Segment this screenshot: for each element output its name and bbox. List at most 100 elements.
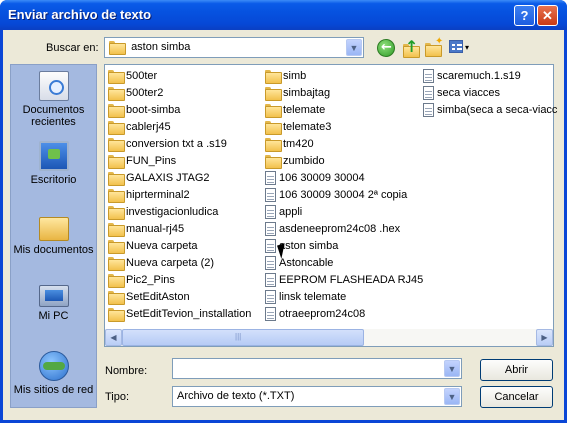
- file-item[interactable]: simba(seca a seca-viacc: [423, 102, 557, 118]
- folder-icon: [108, 87, 125, 102]
- text-file-icon: [265, 273, 276, 288]
- item-label: hiprterminal2: [126, 189, 190, 202]
- file-item[interactable]: EEPROM FLASHEADA RJ45: [265, 272, 423, 288]
- chevron-down-icon[interactable]: ▼: [444, 360, 460, 377]
- help-button[interactable]: ?: [514, 5, 535, 26]
- item-label: telemate: [283, 104, 326, 117]
- close-button[interactable]: ✕: [537, 5, 558, 26]
- folder-icon: [108, 104, 125, 119]
- folder-item[interactable]: Pic2_Pins: [108, 272, 175, 289]
- file-item[interactable]: Astoncable: [265, 255, 333, 271]
- place-label: Escritorio: [30, 174, 77, 186]
- file-item[interactable]: seca viacces: [423, 85, 500, 101]
- place-network[interactable]: Mis sitios de red: [11, 351, 96, 396]
- dialog-body: Buscar en: aston simba ▼ ← ↑ ✦ ▾ Documen…: [3, 30, 564, 420]
- place-label: Mis documentos: [13, 244, 94, 256]
- folder-item[interactable]: SetEditTevion_installation: [108, 306, 252, 323]
- folder-item[interactable]: investigacionludica: [108, 204, 218, 221]
- item-label: FUN_Pins: [126, 155, 177, 168]
- up-folder-icon[interactable]: ↑: [401, 37, 420, 58]
- view-dropdown-arrow: ▾: [465, 43, 470, 52]
- folder-item[interactable]: telemate3: [265, 119, 332, 136]
- place-my-documents[interactable]: Mis documentos: [11, 211, 96, 256]
- file-list[interactable]: 500ter 500ter2 boot-simba cablerj45 conversi…: [104, 64, 557, 347]
- lookin-combo[interactable]: aston simba ▼: [104, 37, 364, 58]
- folder-icon: [108, 274, 125, 289]
- file-item[interactable]: scaremuch.1.s19: [423, 68, 521, 84]
- folder-item[interactable]: manual-rj45: [108, 221, 185, 238]
- open-file-dialog: Enviar archivo de texto ? ✕ Buscar en: a…: [0, 0, 567, 423]
- horizontal-scrollbar[interactable]: ◀ ||| ▶: [105, 329, 553, 346]
- folder-item[interactable]: 500ter2: [108, 85, 163, 102]
- folder-item[interactable]: Nueva carpeta: [108, 238, 198, 255]
- scroll-right-button[interactable]: ▶: [536, 329, 553, 346]
- folder-item[interactable]: tm420: [265, 136, 314, 153]
- text-file-icon: [265, 205, 276, 220]
- folder-item[interactable]: SetEditAston: [108, 289, 190, 306]
- title-bar[interactable]: Enviar archivo de texto ? ✕: [0, 0, 567, 30]
- file-item[interactable]: linsk telemate: [265, 289, 346, 305]
- item-label: manual-rj45: [126, 223, 185, 236]
- file-item[interactable]: asdeneeprom24c08 .hex: [265, 221, 400, 237]
- folder-item[interactable]: simbajtag: [265, 85, 331, 102]
- lookin-value: aston simba: [131, 41, 191, 53]
- chevron-down-icon[interactable]: ▼: [444, 388, 460, 405]
- folder-icon: [108, 240, 125, 255]
- folder-icon: [265, 155, 282, 170]
- filetype-value: Archivo de texto (*.TXT): [177, 390, 295, 402]
- folder-item[interactable]: Nueva carpeta (2): [108, 255, 214, 272]
- folder-item[interactable]: FUN_Pins: [108, 153, 177, 170]
- lookin-value-wrap: aston simba: [109, 41, 191, 56]
- item-label: EEPROM FLASHEADA RJ45: [279, 274, 424, 287]
- open-button[interactable]: Abrir: [480, 359, 553, 381]
- cancel-button[interactable]: Cancelar: [480, 386, 553, 408]
- item-label: Astoncable: [279, 257, 334, 270]
- my-computer-icon: [38, 285, 69, 307]
- folder-item[interactable]: 500ter: [108, 68, 157, 85]
- folder-item[interactable]: simb: [265, 68, 307, 85]
- file-item[interactable]: 106 30009 30004 2ª copia: [265, 187, 407, 203]
- file-item[interactable]: aston simba: [265, 238, 338, 254]
- folder-item[interactable]: telemate: [265, 102, 326, 119]
- folder-item[interactable]: zumbido: [265, 153, 325, 170]
- window-title: Enviar archivo de texto: [8, 7, 152, 22]
- place-my-computer[interactable]: Mi PC: [11, 281, 96, 322]
- folder-item[interactable]: boot-simba: [108, 102, 180, 119]
- item-label: Nueva carpeta: [126, 240, 198, 253]
- file-item[interactable]: appli: [265, 204, 302, 220]
- new-folder-icon[interactable]: ✦: [424, 36, 443, 57]
- item-label: SetEditTevion_installation: [126, 308, 252, 321]
- scroll-left-button[interactable]: ◀: [105, 329, 122, 346]
- item-label: simb: [283, 70, 307, 83]
- chevron-down-icon[interactable]: ▼: [346, 39, 362, 56]
- file-item[interactable]: otraeeprom24c08: [265, 306, 365, 322]
- folder-icon: [108, 291, 125, 306]
- folder-item[interactable]: GALAXIS JTAG2: [108, 170, 210, 187]
- filetype-select[interactable]: Archivo de texto (*.TXT) ▼: [172, 386, 462, 407]
- lookin-label: Buscar en:: [46, 42, 99, 54]
- item-label: tm420: [283, 138, 314, 151]
- folder-icon: [108, 138, 125, 153]
- text-file-icon: [265, 171, 276, 186]
- folder-item[interactable]: cablerj45: [108, 119, 171, 136]
- item-label: simbajtag: [283, 87, 331, 100]
- list-view-icon: [449, 40, 463, 53]
- item-label: zumbido: [283, 155, 325, 168]
- text-file-icon: [265, 256, 276, 271]
- text-file-icon: [265, 222, 276, 237]
- item-label: appli: [279, 206, 303, 219]
- folder-item[interactable]: conversion txt a .s19: [108, 136, 227, 153]
- filename-label: Nombre:: [105, 365, 148, 377]
- folder-item[interactable]: hiprterminal2: [108, 187, 190, 204]
- item-label: telemate3: [283, 121, 332, 134]
- file-item[interactable]: 106 30009 30004: [265, 170, 365, 186]
- scroll-thumb[interactable]: |||: [122, 329, 364, 346]
- filename-input[interactable]: ▼: [172, 358, 462, 379]
- place-desktop[interactable]: Escritorio: [11, 141, 96, 186]
- place-recent-documents[interactable]: Documentos recientes: [11, 71, 96, 128]
- view-menu-icon[interactable]: ▾: [448, 39, 472, 57]
- folder-icon: [108, 155, 125, 170]
- back-icon[interactable]: ←: [377, 39, 395, 57]
- text-file-icon: [265, 290, 276, 305]
- place-label: Mi PC: [38, 310, 69, 322]
